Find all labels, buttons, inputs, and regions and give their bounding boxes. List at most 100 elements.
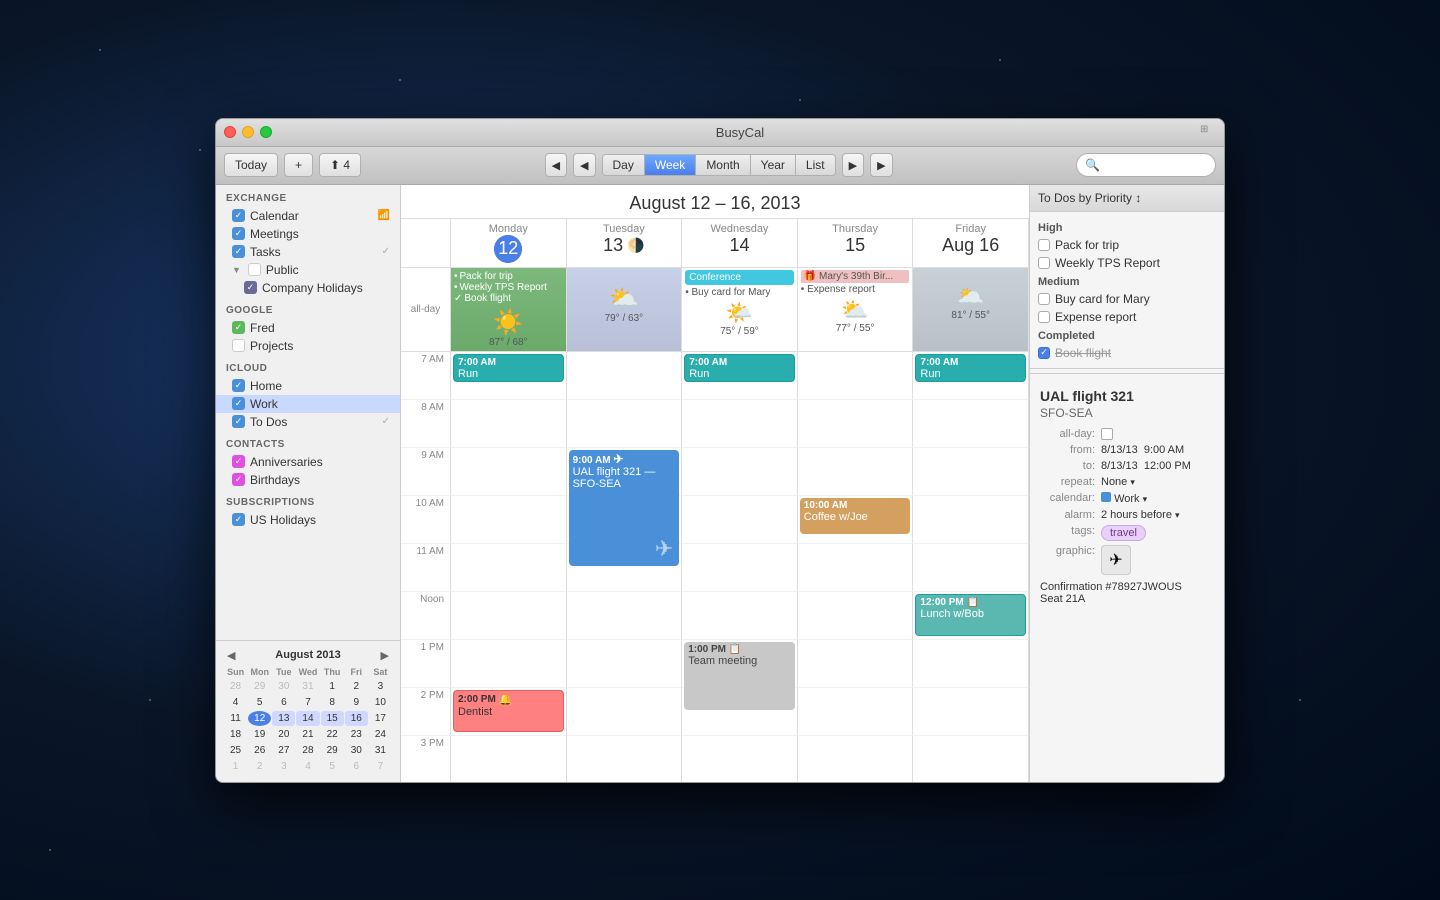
mini-cal-day[interactable]: 28 — [296, 743, 319, 758]
timecell-mon-1pm[interactable] — [451, 640, 567, 688]
timecell-mon-noon[interactable] — [451, 592, 567, 640]
mini-cal-day[interactable]: 8 — [321, 695, 344, 710]
mini-cal-day[interactable]: 7 — [369, 759, 392, 774]
minimize-button[interactable] — [242, 126, 254, 138]
event-run-mon[interactable]: 7:00 AM Run — [453, 354, 564, 382]
timecell-tue-3pm[interactable] — [567, 736, 683, 782]
timecell-wed-noon[interactable] — [682, 592, 798, 640]
timecell-fri-3pm[interactable] — [913, 736, 1029, 782]
allday-event-birthday[interactable]: 🎁 Mary's 39th Bir... — [801, 270, 910, 283]
timecell-wed-11[interactable] — [682, 544, 798, 592]
mini-cal-day[interactable]: 3 — [369, 679, 392, 694]
mini-cal-day[interactable]: 10 — [369, 695, 392, 710]
allday-tuesday[interactable]: ⛅ 79° / 63° — [567, 268, 683, 351]
mini-cal-day[interactable]: 30 — [272, 679, 295, 694]
timecell-fri-1pm[interactable] — [913, 640, 1029, 688]
sidebar-item-public[interactable]: ▼ Public — [216, 261, 400, 279]
todo-item-bookflight[interactable]: Book flight — [1030, 344, 1224, 362]
todo-check-buycard[interactable] — [1038, 293, 1050, 305]
sidebar-item-todos[interactable]: ✓ To Dos ✓ — [216, 413, 400, 431]
mini-cal-day[interactable]: 25 — [224, 743, 247, 758]
tab-month[interactable]: Month — [696, 155, 750, 175]
mini-cal-prev[interactable]: ◀ — [224, 649, 238, 662]
timecell-mon-9[interactable] — [451, 448, 567, 496]
timecell-fri-11[interactable] — [913, 544, 1029, 592]
event-run-wed[interactable]: 7:00 AM Run — [684, 354, 795, 382]
mini-cal-day[interactable]: 7 — [296, 695, 319, 710]
mini-cal-day[interactable]: 1 — [321, 679, 344, 694]
timecell-wed-8[interactable] — [682, 400, 798, 448]
mini-cal-day[interactable]: 29 — [248, 679, 271, 694]
timecell-tue-9[interactable]: 9:00 AM ✈ UAL flight 321 — SFO-SEA ✈ — [567, 448, 683, 496]
timecell-tue-noon[interactable] — [567, 592, 683, 640]
todo-item-pack[interactable]: Pack for trip — [1030, 236, 1224, 254]
timecell-fri-9[interactable] — [913, 448, 1029, 496]
mini-cal-day[interactable]: 24 — [369, 727, 392, 742]
timecell-fri-noon[interactable]: 12:00 PM 📋 Lunch w/Bob — [913, 592, 1029, 640]
graphic-plane-icon[interactable]: ✈ — [1101, 545, 1131, 575]
tag-travel[interactable]: travel — [1101, 525, 1146, 541]
mini-cal-day[interactable]: 11 — [224, 711, 247, 726]
mini-cal-day[interactable]: 23 — [345, 727, 368, 742]
sidebar-item-anniversaries[interactable]: ✓ Anniversaries — [216, 453, 400, 471]
mini-cal-day[interactable]: 18 — [224, 727, 247, 742]
timecell-fri-10[interactable] — [913, 496, 1029, 544]
mini-cal-day[interactable]: 13 — [272, 711, 295, 726]
mini-cal-day[interactable]: 15 — [321, 711, 344, 726]
allday-wednesday[interactable]: Conference • Buy card for Mary 🌤️ 75° / … — [682, 268, 798, 351]
timecell-thu-3pm[interactable] — [798, 736, 914, 782]
allday-friday[interactable]: 🌥️ 81° / 55° — [913, 268, 1029, 351]
timecell-wed-1pm[interactable]: 1:00 PM 📋 Team meeting — [682, 640, 798, 688]
mini-cal-day[interactable]: 26 — [248, 743, 271, 758]
mini-cal-day[interactable]: 2 — [248, 759, 271, 774]
timecell-thu-1pm[interactable] — [798, 640, 914, 688]
mini-cal-day[interactable]: 2 — [345, 679, 368, 694]
timecell-thu-2pm[interactable] — [798, 688, 914, 736]
allday-thursday[interactable]: 🎁 Mary's 39th Bir... • Expense report ⛅ … — [798, 268, 914, 351]
day-header-wednesday[interactable]: Wednesday 14 — [682, 219, 798, 267]
mini-cal-day[interactable]: 17 — [369, 711, 392, 726]
nav-prev[interactable]: ◀ — [573, 153, 595, 177]
timecell-wed-7[interactable]: 7:00 AM Run — [682, 352, 798, 400]
timecell-mon-10[interactable] — [451, 496, 567, 544]
nav-next-next[interactable]: ▶ — [870, 153, 892, 177]
timecell-tue-7[interactable] — [567, 352, 683, 400]
todos-header[interactable]: To Dos by Priority ↕ — [1030, 185, 1224, 212]
allday-event-expense[interactable]: • Expense report — [801, 284, 910, 295]
timecell-thu-10[interactable]: 10:00 AM Coffee w/Joe — [798, 496, 914, 544]
timecell-wed-2pm[interactable] — [682, 688, 798, 736]
event-run-fri[interactable]: 7:00 AM Run — [915, 354, 1026, 382]
todo-check-bookflight[interactable] — [1038, 347, 1050, 359]
mini-cal-day[interactable]: 5 — [248, 695, 271, 710]
timecell-mon-8[interactable] — [451, 400, 567, 448]
allday-event-flight[interactable]: ✓Book flight — [454, 293, 563, 304]
mini-cal-day[interactable]: 31 — [296, 679, 319, 694]
timecell-mon-3pm[interactable] — [451, 736, 567, 782]
todo-item-expense[interactable]: Expense report — [1030, 308, 1224, 326]
today-button[interactable]: Today — [224, 153, 278, 177]
timecell-wed-10[interactable] — [682, 496, 798, 544]
sidebar-item-home[interactable]: ✓ Home — [216, 377, 400, 395]
nav-prev-prev[interactable]: ◀ — [545, 153, 567, 177]
sidebar-item-us-holidays[interactable]: ✓ US Holidays — [216, 511, 400, 529]
import-button[interactable]: ⬆ 4 — [319, 153, 361, 177]
fullscreen-button[interactable] — [260, 126, 272, 138]
day-header-friday[interactable]: Friday Aug 16 — [913, 219, 1029, 267]
event-lunch-bob[interactable]: 12:00 PM 📋 Lunch w/Bob — [915, 594, 1026, 636]
event-coffee[interactable]: 10:00 AM Coffee w/Joe — [800, 498, 911, 534]
tab-year[interactable]: Year — [751, 155, 796, 175]
mini-cal-day[interactable]: 29 — [321, 743, 344, 758]
mini-cal-day[interactable]: 28 — [224, 679, 247, 694]
todo-check-tps[interactable] — [1038, 257, 1050, 269]
mini-cal-day[interactable]: 4 — [224, 695, 247, 710]
allday-event-conference[interactable]: Conference — [685, 270, 794, 285]
tab-week[interactable]: Week — [645, 155, 696, 175]
mini-cal-day[interactable]: 27 — [272, 743, 295, 758]
mini-cal-day[interactable]: 5 — [321, 759, 344, 774]
sidebar-item-tasks[interactable]: ✓ Tasks ✓ — [216, 243, 400, 261]
search-input[interactable] — [1076, 153, 1216, 177]
event-dentist[interactable]: 2:00 PM 🔔 Dentist — [453, 690, 564, 732]
sidebar-item-projects[interactable]: Projects — [216, 337, 400, 355]
timecell-mon-11[interactable] — [451, 544, 567, 592]
day-header-thursday[interactable]: Thursday 15 — [798, 219, 914, 267]
